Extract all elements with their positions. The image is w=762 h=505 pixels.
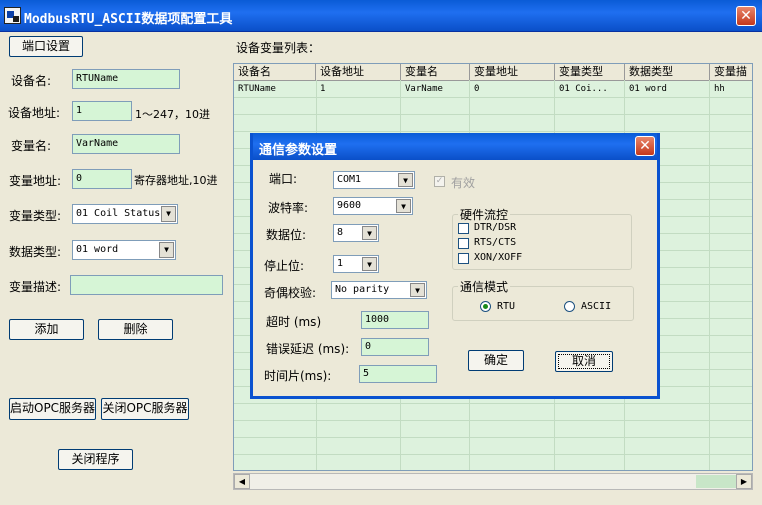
table-cell: 01 word (629, 84, 667, 94)
close-program-button[interactable]: 关闭程序 (58, 449, 133, 470)
window-title: ModbusRTU_ASCII数据项配置工具 (24, 12, 233, 27)
table-cell: 1 (320, 84, 326, 94)
rts-cts-checkbox[interactable] (458, 238, 469, 249)
add-button[interactable]: 添加 (9, 319, 84, 340)
column-header[interactable]: 设备名 (234, 64, 316, 80)
scroll-left-icon[interactable]: ◀ (234, 474, 250, 489)
device-address-label: 设备地址: (8, 106, 61, 120)
stopbits-value: 1 (337, 258, 344, 269)
timeout-label: 超时 (ms) (266, 315, 322, 329)
stop-opc-server-button[interactable]: 关闭OPC服务器 (101, 398, 189, 420)
horizontal-scrollbar[interactable]: ◀ ▶ (233, 473, 753, 490)
dtr-dsr-label: DTR/DSR (474, 222, 517, 233)
chevron-down-icon[interactable]: ▼ (398, 173, 413, 187)
chevron-down-icon[interactable]: ▼ (362, 257, 377, 271)
table-cell: hh (714, 84, 725, 94)
column-header[interactable]: 设备地址 (316, 64, 401, 80)
baud-select[interactable]: 9600 ▼ (333, 197, 413, 215)
device-address-field[interactable]: 1 (72, 101, 132, 121)
title-bar: ModbusRTU_ASCII数据项配置工具 ✕ (0, 0, 762, 32)
var-type-value: 01 Coil Status (76, 208, 161, 219)
column-header[interactable]: 变量地址 (470, 64, 555, 80)
var-address-field[interactable]: 0 (72, 169, 132, 189)
var-desc-label: 变量描述: (9, 280, 62, 294)
comm-settings-dialog: 通信参数设置 ✕ 端口: COM1 ▼ ✓ 有效 波特率: 9600 ▼ 数据位… (250, 133, 660, 399)
baud-value: 9600 (337, 200, 362, 211)
delete-button[interactable]: 删除 (98, 319, 173, 340)
dialog-close-button[interactable]: ✕ (635, 136, 655, 156)
parity-value: No parity (335, 284, 390, 295)
stopbits-select[interactable]: 1 ▼ (333, 255, 379, 273)
chevron-down-icon[interactable]: ▼ (410, 283, 425, 297)
chevron-down-icon[interactable]: ▼ (396, 199, 411, 213)
dialog-title-bar: 通信参数设置 ✕ (253, 133, 657, 160)
var-type-label: 变量类型: (9, 209, 62, 223)
table-cell: VarName (405, 84, 443, 94)
var-address-hint: 寄存器地址,10进 (134, 174, 218, 187)
databits-select[interactable]: 8 ▼ (333, 224, 379, 242)
data-type-select[interactable]: 01 word ▼ (72, 240, 176, 260)
xon-xoff-label: XON/XOFF (474, 252, 523, 263)
var-address-label: 变量地址: (9, 174, 62, 188)
timeslice-label: 时间片(ms): (264, 369, 332, 383)
start-opc-server-button[interactable]: 启动OPC服务器 (9, 398, 96, 420)
stopbits-label: 停止位: (264, 259, 305, 273)
variable-list-title: 设备变量列表： (236, 41, 321, 55)
window-close-button[interactable]: ✕ (736, 6, 756, 26)
flow-control-legend: 硬件流控 (458, 206, 511, 223)
valid-checkbox[interactable]: ✓ (434, 176, 445, 187)
table-cell: RTUName (238, 84, 276, 94)
column-header[interactable]: 变量名 (401, 64, 470, 80)
dtr-dsr-checkbox[interactable] (458, 223, 469, 234)
chevron-down-icon[interactable]: ▼ (159, 242, 174, 258)
timeslice-field[interactable]: 5 (359, 365, 437, 383)
parity-select[interactable]: No parity ▼ (331, 281, 427, 299)
data-type-value: 01 word (76, 244, 119, 255)
port-label: 端口: (269, 172, 298, 186)
timeout-field[interactable]: 1000 (361, 311, 429, 329)
port-settings-button[interactable]: 端口设置 (9, 36, 83, 57)
ok-button[interactable]: 确定 (468, 350, 524, 371)
list-header: 设备名 设备地址 变量名 变量地址 变量类型 数据类型 变量描 (234, 64, 752, 81)
var-desc-field[interactable] (70, 275, 223, 295)
error-delay-label: 错误延迟 (ms): (266, 342, 350, 356)
parity-label: 奇偶校验: (264, 286, 317, 300)
rts-cts-label: RTS/CTS (474, 237, 517, 248)
ascii-radio[interactable] (564, 301, 575, 312)
scroll-thumb[interactable] (696, 475, 736, 488)
rtu-radio[interactable] (480, 301, 491, 312)
error-delay-field[interactable]: 0 (361, 338, 429, 356)
dialog-title: 通信参数设置 (259, 143, 338, 158)
port-select[interactable]: COM1 ▼ (333, 171, 415, 189)
cancel-button[interactable]: 取消 (555, 351, 613, 372)
scroll-right-icon[interactable]: ▶ (736, 474, 752, 489)
var-name-field[interactable]: VarName (72, 134, 180, 154)
var-name-label: 变量名: (11, 139, 52, 153)
table-cell: 0 (474, 84, 480, 94)
column-header[interactable]: 变量描 (710, 64, 752, 80)
comm-mode-legend: 通信模式 (458, 278, 511, 295)
baud-label: 波特率: (268, 201, 309, 215)
valid-label: 有效 (451, 176, 476, 190)
rtu-label: RTU (497, 301, 516, 312)
app-icon (4, 7, 21, 24)
var-type-select[interactable]: 01 Coil Status ▼ (72, 204, 178, 224)
ascii-label: ASCII (581, 301, 612, 312)
data-type-label: 数据类型: (9, 245, 62, 259)
device-name-label: 设备名: (11, 74, 52, 88)
xon-xoff-checkbox[interactable] (458, 253, 469, 264)
device-name-field[interactable]: RTUName (72, 69, 180, 89)
chevron-down-icon[interactable]: ▼ (161, 206, 176, 222)
device-address-hint: 1～247，10进 (135, 108, 210, 121)
port-value: COM1 (337, 174, 362, 185)
chevron-down-icon[interactable]: ▼ (362, 226, 377, 240)
column-header[interactable]: 数据类型 (625, 64, 710, 80)
databits-value: 8 (337, 227, 344, 238)
column-header[interactable]: 变量类型 (555, 64, 625, 80)
table-cell: 01 Coi... (559, 84, 608, 94)
databits-label: 数据位: (266, 228, 307, 242)
